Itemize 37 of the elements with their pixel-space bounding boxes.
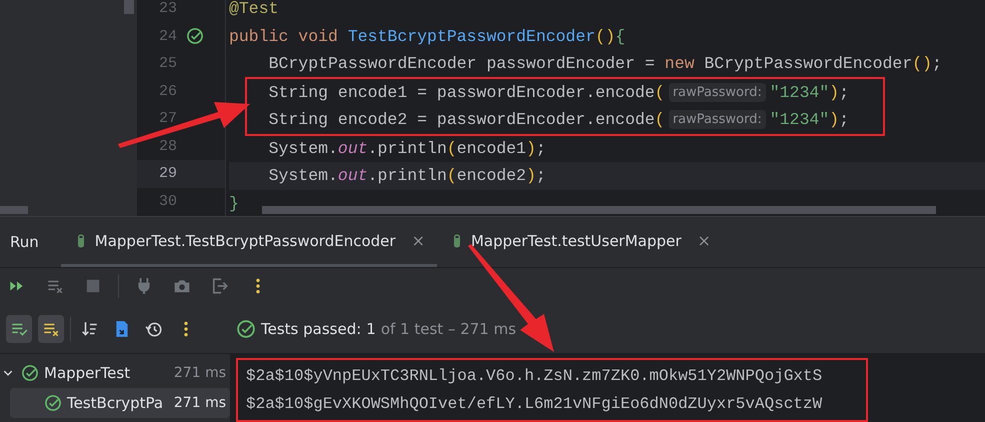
close-button[interactable]: × <box>412 231 425 250</box>
scrollbar-thumb[interactable] <box>0 206 28 214</box>
tab[interactable]: MapperTest.testUserMapper × <box>436 218 723 266</box>
status-count: 1 <box>366 320 376 338</box>
line-number: 26 <box>158 82 177 100</box>
check-icon <box>21 364 39 382</box>
line-number: 25 <box>158 55 177 72</box>
line-number: 23 <box>158 0 177 18</box>
status-text: Tests passed: <box>261 320 362 338</box>
line-number: 30 <box>158 192 177 210</box>
check-icon <box>236 318 256 338</box>
code-line: } <box>229 194 239 213</box>
code-line: System.out.println(encode2); <box>268 166 546 186</box>
console-line: $2a$10$yVnpEUxTC3RNLljoa.V6o.h.ZsN.zm7ZK0.mOkw51Y2WNPQojGxtS <box>246 366 824 387</box>
code-line: System.out.println(encode1); <box>268 138 546 158</box>
check-icon <box>44 394 62 412</box>
parameter-hint: rawPassword: <box>668 110 766 130</box>
code-line: BCryptPasswordEncoder passwordEncoder = new BCryptPasswordEncoder(); <box>268 54 942 74</box>
line-number: 27 <box>158 110 177 128</box>
scrollbar-thumb[interactable] <box>262 206 936 214</box>
panel-title: Run <box>10 233 39 251</box>
close-button[interactable]: × <box>697 231 711 250</box>
code-line: @Test <box>229 0 279 18</box>
console-line: $2a$10$gEvXKOWSMhQOIvet/efLY.L6m21vNFgiEo6dN0dZUyxr5vAQsctzW <box>246 394 824 415</box>
ignored-filter-icon[interactable] <box>38 314 64 342</box>
code-line: String encode1 = passwordEncoder.encode( rawPassword: "1234"); <box>268 82 849 102</box>
tree-item[interactable]: MapperTest 271 ms <box>0 358 230 388</box>
status-detail: of 1 test – 271 ms <box>380 320 516 338</box>
line-number: 24 <box>158 28 177 45</box>
parameter-hint: rawPassword: <box>668 82 766 102</box>
line-number: 28 <box>158 138 177 155</box>
scrollbar-thumb[interactable] <box>124 0 134 14</box>
tab[interactable]: MapperTest.TestBcryptPasswordEncoder × <box>60 218 437 266</box>
line-number: 29 <box>158 165 177 182</box>
tree-item[interactable]: TestBcryptPa 271 ms <box>10 388 230 418</box>
passed-filter-icon[interactable] <box>6 314 32 342</box>
code-line: public void TestBcryptPasswordEncoder(){ <box>229 26 626 46</box>
